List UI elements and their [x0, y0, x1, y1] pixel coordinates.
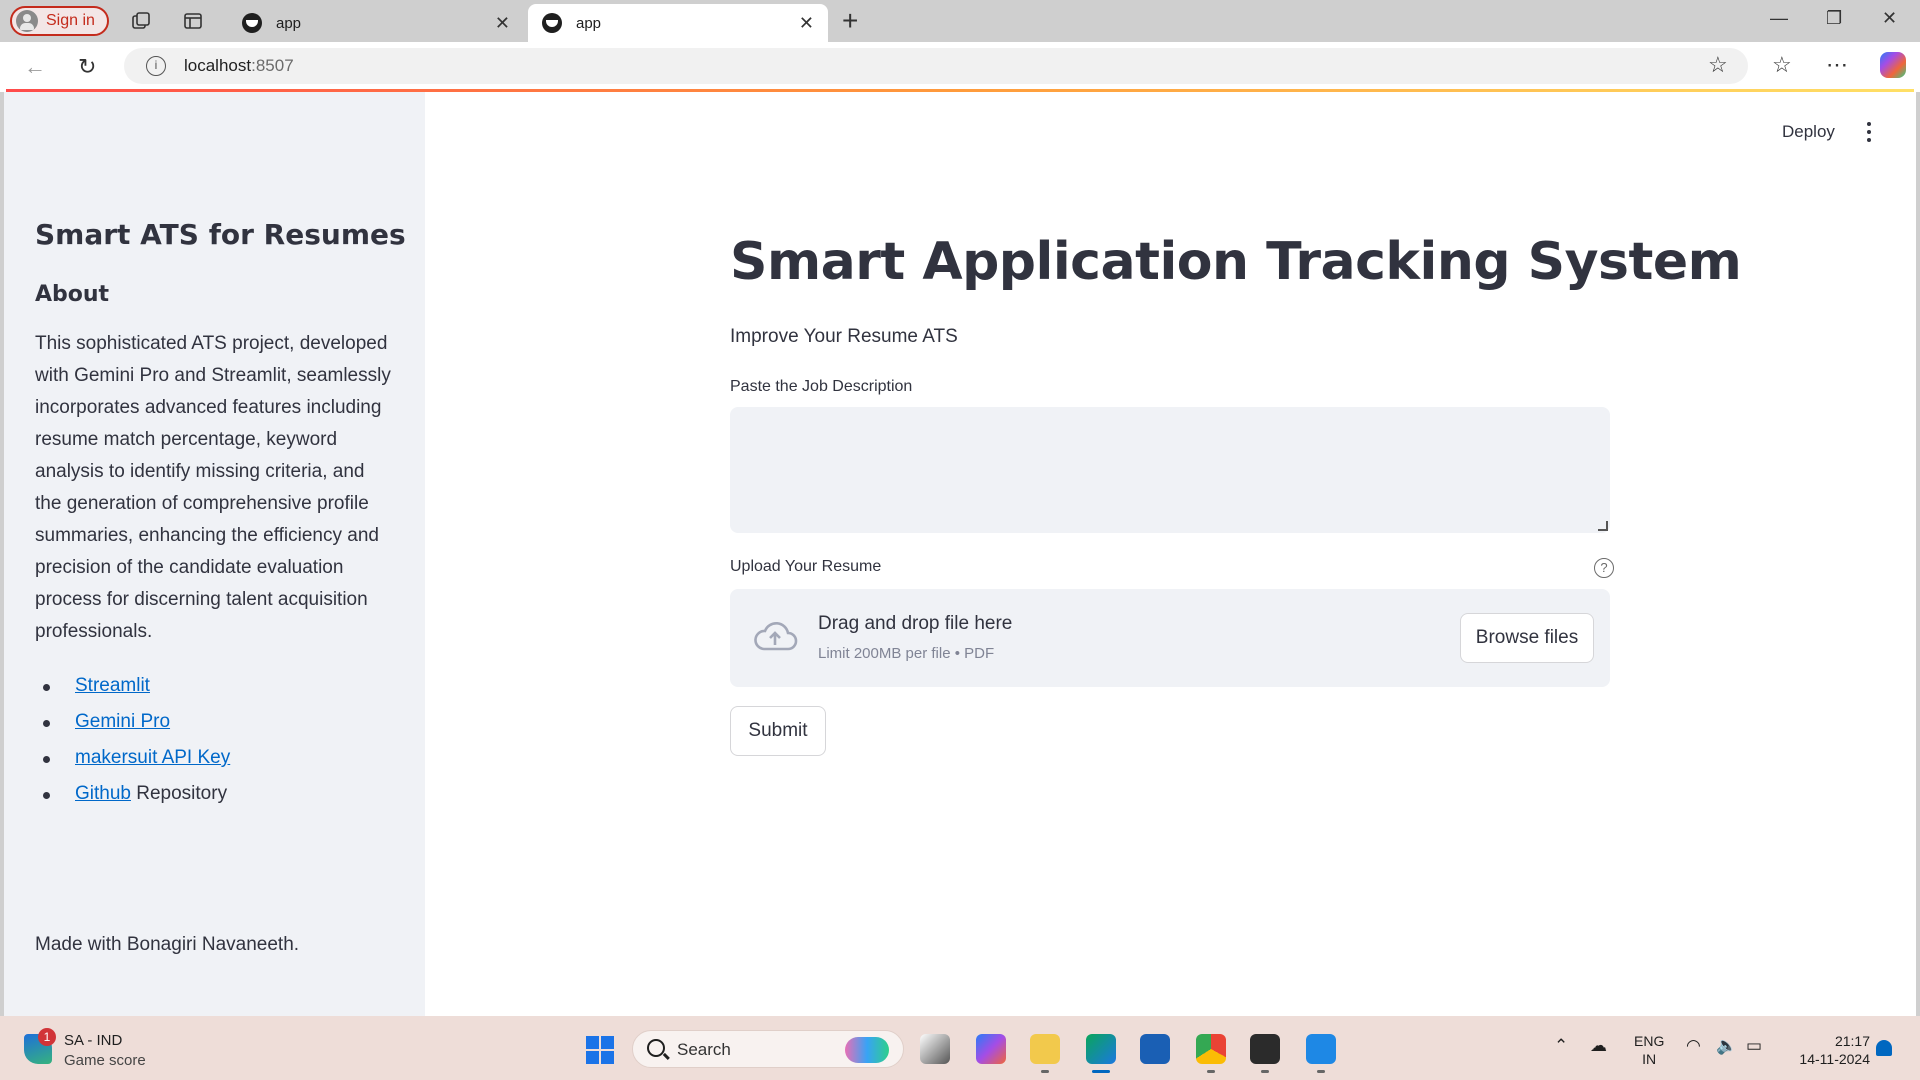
gemini-pro-link[interactable]: Gemini Pro — [75, 711, 170, 732]
tab-title: app — [276, 14, 302, 32]
kebab-icon[interactable] — [1866, 122, 1872, 142]
copilot-app-icon[interactable] — [976, 1034, 1006, 1064]
notification-badge: 1 — [38, 1028, 56, 1046]
sign-in-button[interactable]: Sign in — [10, 6, 109, 36]
file-dropzone[interactable]: Drag and drop file here Limit 200MB per … — [730, 589, 1610, 687]
chrome-icon[interactable] — [1196, 1034, 1226, 1073]
makersuit-api-key-link[interactable]: makersuit API Key — [75, 747, 230, 768]
streamlit-favicon-icon — [542, 13, 562, 33]
search-highlight-icon — [845, 1037, 889, 1063]
about-description: This sophisticated ATS project, develope… — [35, 333, 391, 642]
sign-in-label: Sign in — [46, 12, 95, 29]
score-subtitle: Game score — [64, 1052, 146, 1069]
close-window-icon[interactable]: ✕ — [1882, 8, 1897, 29]
more-icon[interactable]: ⋯ — [1826, 52, 1848, 78]
app-page: Smart ATS for Resumes About This sophist… — [0, 92, 1920, 1016]
submit-button[interactable]: Submit — [730, 706, 826, 756]
onedrive-icon[interactable]: ☁ — [1590, 1036, 1607, 1056]
edge-browser-icon[interactable] — [1086, 1034, 1116, 1073]
cloud-upload-icon — [754, 621, 798, 651]
list-item: Gemini Pro — [35, 706, 230, 742]
dropzone-instruction: Drag and drop file here — [818, 613, 1013, 634]
tab-title: app — [576, 14, 602, 32]
task-view-icon[interactable] — [920, 1034, 950, 1064]
list-item: makersuit API Key — [35, 742, 230, 778]
taskbar-search[interactable]: Search — [632, 1030, 904, 1068]
page-subtitle: Improve Your Resume ATS — [730, 326, 958, 347]
language-code: ENG — [1634, 1033, 1665, 1049]
bell-icon[interactable] — [1876, 1040, 1892, 1056]
browser-tab-inactive[interactable]: app ✕ — [228, 4, 524, 42]
user-avatar-icon — [16, 10, 38, 32]
upload-resume-label: Upload Your Resume — [730, 558, 882, 575]
close-icon[interactable]: ✕ — [799, 13, 814, 34]
star-icon[interactable]: ☆ — [1708, 52, 1728, 78]
deploy-button[interactable]: Deploy — [1782, 122, 1835, 142]
browse-files-button[interactable]: Browse files — [1460, 613, 1594, 663]
link-suffix: Repository — [130, 783, 228, 804]
wifi-icon[interactable]: ◠ — [1686, 1036, 1701, 1056]
sidebar: Smart ATS for Resumes About This sophist… — [4, 92, 425, 1016]
job-description-input[interactable] — [730, 407, 1610, 533]
page-title: Smart Application Tracking System — [730, 232, 1742, 292]
streamlit-link[interactable]: Streamlit — [75, 675, 150, 696]
back-icon[interactable]: ← — [24, 54, 46, 80]
refresh-icon[interactable]: ↻ — [78, 54, 96, 80]
battery-icon[interactable]: ▭ — [1746, 1036, 1762, 1056]
resize-handle[interactable] — [1598, 521, 1608, 531]
chevron-up-icon[interactable]: ⌃ — [1554, 1036, 1568, 1056]
clock-time: 21:17 — [1834, 1033, 1870, 1049]
microsoft-store-icon[interactable] — [1140, 1034, 1170, 1064]
file-explorer-icon[interactable] — [1030, 1034, 1060, 1073]
plus-icon[interactable]: + — [842, 6, 858, 36]
job-description-label: Paste the Job Description — [730, 378, 913, 395]
browser-toolbar: ← ↻ i localhost:8507 ☆ ☆ ⋯ — [0, 42, 1920, 90]
sidebar-link-list: Streamlit Gemini Pro makersuit API Key G… — [35, 670, 230, 814]
game-score-widget[interactable]: 1 SA - IND Game score — [24, 1028, 184, 1069]
search-placeholder: Search — [677, 1040, 731, 1059]
info-icon[interactable]: i — [146, 56, 166, 76]
dropzone-limit: Limit 200MB per file • PDF — [818, 645, 995, 662]
sidebar-footer: Made with Bonagiri Navaneeth. — [35, 934, 300, 955]
copilot-icon[interactable] — [1880, 52, 1906, 78]
address-bar[interactable]: i localhost:8507 — [124, 48, 1748, 84]
vscode-icon[interactable] — [1306, 1034, 1336, 1073]
streamlit-favicon-icon — [242, 13, 262, 33]
list-item: Streamlit — [35, 670, 230, 706]
help-icon[interactable]: ? — [1594, 558, 1614, 578]
url-port: :8507 — [251, 56, 294, 75]
favorites-icon[interactable]: ☆ — [1772, 52, 1792, 78]
github-link[interactable]: Github — [75, 783, 131, 804]
terminal-icon[interactable] — [1250, 1034, 1280, 1073]
sidebar-title: Smart ATS for Resumes — [35, 218, 406, 251]
close-icon[interactable]: ✕ — [495, 13, 510, 34]
url-host: localhost — [184, 56, 252, 75]
browser-tab-strip: Sign in app ✕ app ✕ + — ❐ ✕ — [0, 0, 1920, 42]
region-code: IN — [1642, 1051, 1657, 1067]
clock-date: 14-11-2024 — [1799, 1051, 1870, 1067]
volume-icon[interactable]: 🔈 — [1716, 1036, 1737, 1056]
windows-taskbar: 1 SA - IND Game score Search ⌃ ☁ ENG IN … — [0, 1016, 1920, 1080]
list-item: Github Repository — [35, 778, 230, 814]
restore-icon[interactable]: ❐ — [1826, 8, 1842, 29]
score-title: SA - IND — [64, 1032, 123, 1049]
system-clock[interactable]: 21:17 14-11-2024 — [1786, 1032, 1870, 1068]
language-indicator[interactable]: ENG IN — [1634, 1032, 1664, 1068]
windows-start-icon[interactable] — [586, 1036, 614, 1064]
browser-tab-active[interactable]: app ✕ — [528, 4, 828, 42]
search-icon — [647, 1039, 665, 1057]
about-heading: About — [35, 282, 110, 307]
tab-actions-icon[interactable] — [182, 10, 204, 32]
collections-icon[interactable] — [130, 10, 152, 32]
minimize-icon[interactable]: — — [1770, 8, 1788, 29]
